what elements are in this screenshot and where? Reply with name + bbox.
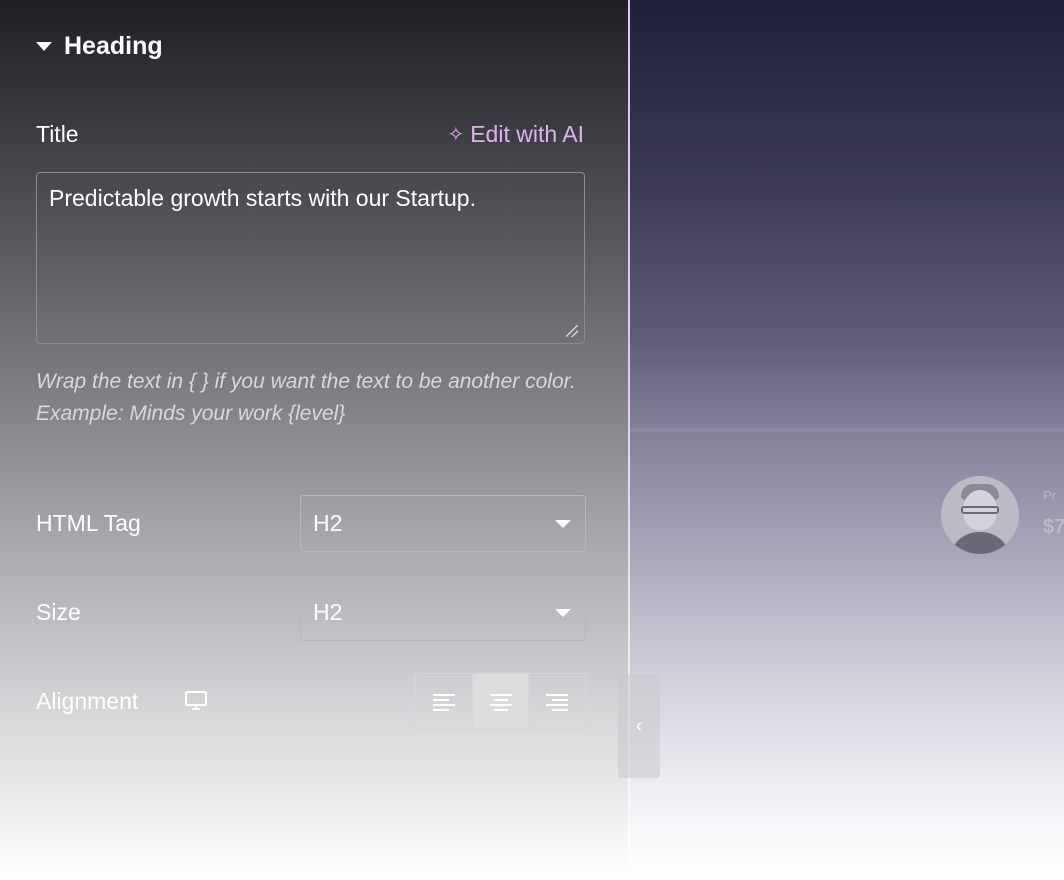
chevron-left-icon: ‹ [635, 715, 643, 737]
section-header-heading[interactable]: Heading [36, 32, 163, 61]
chevron-down-icon [555, 520, 571, 528]
preview-price-label: Pr [1043, 488, 1056, 503]
section-divider [630, 428, 1064, 432]
title-textarea-value: Predictable growth starts with our Start… [49, 185, 476, 211]
editor-panel: Heading Title ✧ Edit with AI Predictable… [0, 0, 628, 880]
size-value: H2 [313, 599, 343, 625]
desktop-icon[interactable] [184, 690, 208, 712]
avatar [941, 476, 1019, 554]
canvas-preview: Pr $7 [630, 0, 1064, 880]
html-tag-label: HTML Tag [36, 510, 141, 536]
preview-price: $7 [1043, 516, 1064, 538]
align-center-button[interactable] [472, 674, 530, 729]
size-select[interactable]: H2 [300, 584, 586, 641]
title-textarea[interactable]: Predictable growth starts with our Start… [36, 172, 585, 344]
chevron-down-icon [555, 609, 571, 617]
caret-down-icon [36, 42, 52, 51]
collapse-panel-button[interactable]: ‹ [618, 674, 660, 778]
align-right-button[interactable] [529, 674, 585, 729]
align-center-icon [489, 693, 512, 711]
resize-handle-icon[interactable] [566, 325, 578, 337]
alignment-label: Alignment [36, 688, 139, 714]
edit-with-ai-button[interactable]: ✧ Edit with AI [447, 121, 584, 148]
title-label: Title [36, 121, 79, 147]
align-left-icon [432, 693, 455, 711]
alignment-control [415, 673, 586, 730]
align-right-icon [546, 693, 569, 711]
hint-line-1: Wrap the text in { } if you want the tex… [36, 370, 576, 393]
title-hint: Wrap the text in { } if you want the tex… [36, 366, 596, 430]
section-title: Heading [64, 32, 163, 60]
sparkle-icon: ✧ [447, 124, 465, 146]
html-tag-value: H2 [313, 510, 343, 536]
edit-with-ai-label: Edit with AI [470, 121, 584, 147]
html-tag-select[interactable]: H2 [300, 495, 586, 552]
hint-line-2: Example: Minds your work {level} [36, 402, 346, 425]
size-label: Size [36, 599, 81, 625]
align-left-button[interactable] [416, 674, 473, 729]
